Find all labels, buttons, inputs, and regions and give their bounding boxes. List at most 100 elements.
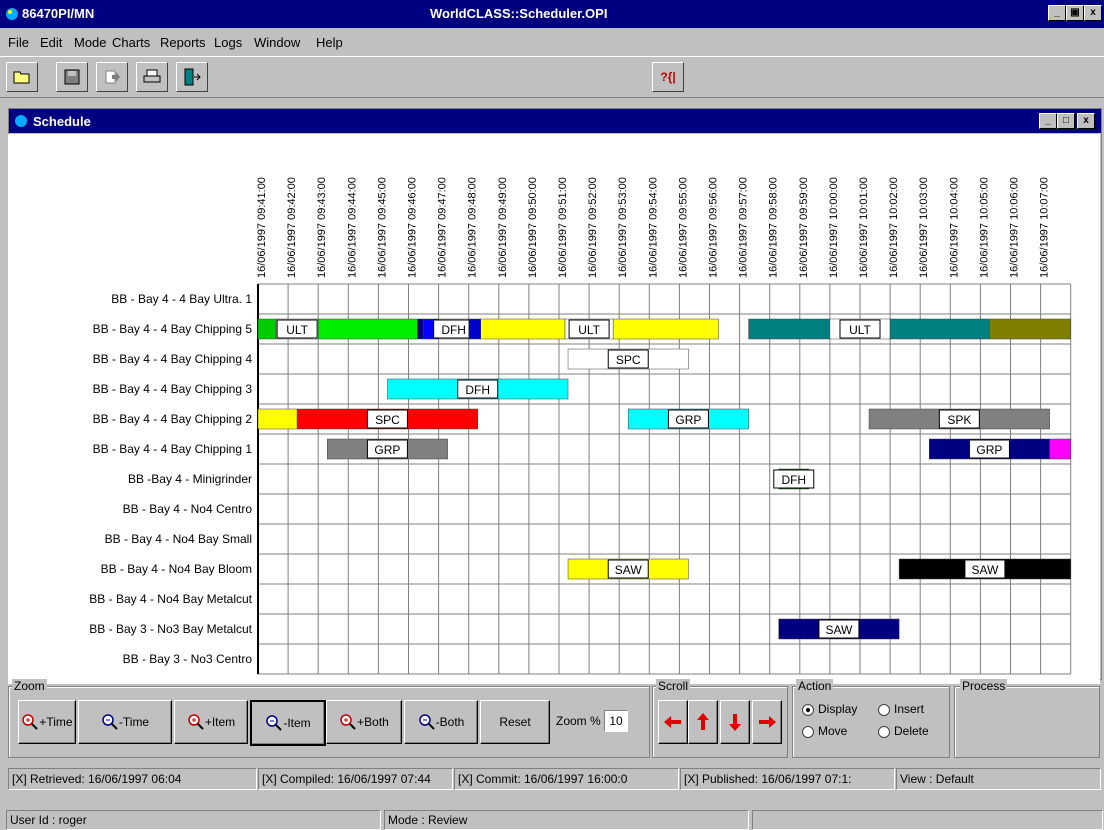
window-title-center: WorldCLASS::Scheduler.OPI <box>430 6 608 21</box>
context-help-icon: ?{| <box>660 70 676 84</box>
menu-help[interactable]: Help <box>316 35 343 50</box>
time-label: 16/06/1997 10:06:00 <box>1009 177 1021 278</box>
schedule-bar-label: SPC <box>616 353 641 367</box>
time-label: 16/06/1997 09:45:00 <box>376 177 388 278</box>
time-label: 16/06/1997 09:41:00 <box>256 177 268 278</box>
menu-window[interactable]: Window <box>254 35 300 50</box>
schedule-bar[interactable] <box>257 408 298 430</box>
exit-button[interactable] <box>176 62 208 92</box>
scroll-left-button[interactable] <box>658 700 688 744</box>
time-label: 16/06/1997 09:47:00 <box>437 177 449 278</box>
process-group <box>954 686 1100 758</box>
zoom-minus-both-button[interactable]: -Both <box>404 700 478 744</box>
action-insert-radio[interactable]: Insert <box>878 702 924 716</box>
schedule-bar[interactable] <box>480 318 566 340</box>
close-icon[interactable]: x <box>1084 5 1102 21</box>
schedule-bar[interactable] <box>1049 438 1071 460</box>
status-retrieved: [X] Retrieved: 16/06/1997 06:04 <box>8 768 257 790</box>
restore-icon[interactable]: ▣ <box>1066 5 1084 21</box>
menu-charts[interactable]: Charts <box>112 35 150 50</box>
time-label: 16/06/1997 09:56:00 <box>708 177 720 278</box>
time-label: 16/06/1997 09:42:00 <box>286 177 298 278</box>
schedule-bar[interactable] <box>468 318 481 340</box>
menu-file[interactable]: File <box>8 35 29 50</box>
schedule-bar[interactable] <box>748 318 831 340</box>
time-label: 16/06/1997 09:50:00 <box>527 177 539 278</box>
time-label: 16/06/1997 09:53:00 <box>617 177 629 278</box>
arrow-left-icon <box>664 716 681 728</box>
schedule-bar[interactable] <box>612 318 719 340</box>
schedule-maximize-icon[interactable]: □ <box>1057 113 1075 129</box>
app-icon <box>6 8 18 20</box>
action-delete-radio[interactable]: Delete <box>878 724 929 738</box>
schedule-bar-label: SPC <box>375 413 400 427</box>
schedule-bar-label: SAW <box>615 563 643 577</box>
zoom-percent-input[interactable]: 10 <box>604 710 628 732</box>
export-button[interactable] <box>96 62 128 92</box>
open-folder-button[interactable] <box>6 62 38 92</box>
gantt-grid <box>257 283 1072 675</box>
scroll-right-button[interactable] <box>752 700 782 744</box>
action-move-radio[interactable]: Move <box>802 724 847 738</box>
resource-label: BB - Bay 4 - 4 Bay Chipping 1 <box>92 442 252 456</box>
context-help-button[interactable]: ?{| <box>652 62 684 92</box>
save-button[interactable] <box>56 62 88 92</box>
schedule-title: Schedule <box>33 114 91 129</box>
zoom-out-icon <box>418 714 435 730</box>
status-view: View : Default <box>896 768 1101 790</box>
resource-label: BB - Bay 4 - No4 Bay Metalcut <box>89 592 252 606</box>
minimize-icon[interactable]: _ <box>1048 5 1066 21</box>
schedule-bar[interactable] <box>417 318 424 340</box>
arrow-right-icon <box>759 716 776 728</box>
plus-both-label: +Both <box>357 715 389 729</box>
zoom-minus-time-button[interactable]: -Time <box>78 700 172 744</box>
time-label: 16/06/1997 09:54:00 <box>647 177 659 278</box>
reset-button[interactable]: Reset <box>480 700 550 744</box>
zoom-plus-both-button[interactable]: +Both <box>326 700 402 744</box>
display-label: Display <box>818 702 858 716</box>
zoom-minus-item-button[interactable]: -Item <box>250 700 326 746</box>
resource-label: BB - Bay 4 - 4 Bay Chipping 5 <box>92 322 252 336</box>
time-label: 16/06/1997 10:07:00 <box>1039 177 1051 278</box>
time-label: 16/06/1997 09:44:00 <box>346 177 358 278</box>
menu-mode[interactable]: Mode <box>74 35 107 50</box>
zoom-legend: Zoom <box>12 679 47 693</box>
schedule-bar[interactable] <box>257 318 277 340</box>
zoom-plus-item-button[interactable]: +Item <box>174 700 248 744</box>
reset-label: Reset <box>499 715 531 729</box>
schedule-bar-label: GRP <box>374 443 400 457</box>
export-icon <box>105 70 120 84</box>
time-label: 16/06/1997 09:49:00 <box>497 177 509 278</box>
schedule-bar[interactable] <box>317 318 418 340</box>
schedule-bar-label: SAW <box>971 563 999 577</box>
resource-label: BB - Bay 4 - 4 Bay Ultra. 1 <box>111 292 252 306</box>
window-title-left: 86470PI/MN <box>22 6 95 21</box>
time-label: 16/06/1997 10:04:00 <box>948 177 960 278</box>
mode-status: Mode : Review <box>384 810 749 830</box>
schedule-close-icon[interactable]: x <box>1077 113 1095 129</box>
user-id-status: User Id : roger <box>6 810 381 830</box>
zoom-out-icon <box>266 715 283 731</box>
menu-logs[interactable]: Logs <box>214 35 242 50</box>
scroll-down-button[interactable] <box>720 700 750 744</box>
print-button[interactable] <box>136 62 168 92</box>
schedule-bar[interactable] <box>889 318 990 340</box>
schedule-bar-label: SPK <box>947 413 971 427</box>
open-folder-icon <box>13 71 30 84</box>
schedule-bar-label: ULT <box>849 323 871 337</box>
plus-time-label: +Time <box>39 715 73 729</box>
menu-edit[interactable]: Edit <box>40 35 62 50</box>
schedule-bar[interactable] <box>989 318 1071 340</box>
zoom-plus-time-button[interactable]: +Time <box>18 700 76 744</box>
menu-reports[interactable]: Reports <box>160 35 206 50</box>
radio-icon <box>878 725 890 738</box>
arrow-down-icon <box>729 714 741 731</box>
schedule-icon <box>15 115 27 127</box>
schedule-minimize-icon[interactable]: _ <box>1039 113 1057 129</box>
delete-label: Delete <box>894 724 929 738</box>
action-display-radio[interactable]: Display <box>802 702 857 716</box>
time-label: 16/06/1997 09:52:00 <box>587 177 599 278</box>
scroll-up-button[interactable] <box>688 700 718 744</box>
resource-label: BB - Bay 3 - No3 Centro <box>122 652 252 666</box>
time-label: 16/06/1997 10:05:00 <box>978 177 990 278</box>
